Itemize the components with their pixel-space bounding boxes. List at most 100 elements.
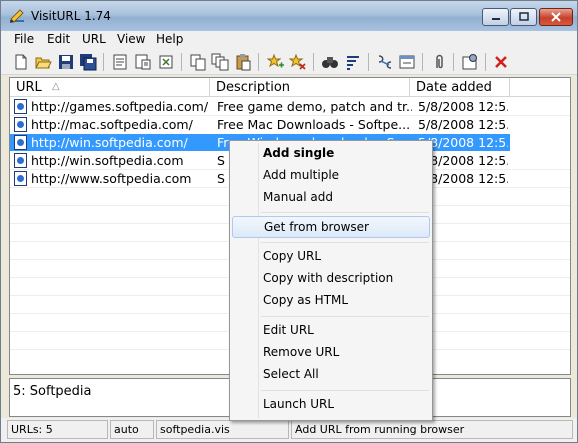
menu-item-launch-url[interactable]: Launch URL xyxy=(232,394,430,416)
toolbar-separator xyxy=(258,53,259,71)
menu-help[interactable]: Help xyxy=(156,32,183,46)
menu-item-copy-as-html[interactable]: Copy as HTML xyxy=(232,290,430,312)
menu-item-label: Edit URL xyxy=(263,323,314,337)
menu-separator xyxy=(261,212,429,213)
menu-item-label: Copy with description xyxy=(263,271,394,285)
toolbar-separator xyxy=(313,53,314,71)
menu-item-label: Manual add xyxy=(263,190,334,204)
table-row[interactable]: http://mac.softpedia.com/ Free Mac Downl… xyxy=(10,116,510,133)
notes-text: 5: Softpedia xyxy=(13,384,92,399)
document-link-icon xyxy=(14,153,27,168)
attach-icon[interactable] xyxy=(430,53,448,71)
menu-item-label: Copy URL xyxy=(263,249,322,263)
status-mode: auto xyxy=(110,420,154,439)
import-icon[interactable] xyxy=(157,53,175,71)
copy-icon[interactable] xyxy=(189,53,207,71)
menu-item-manual-add[interactable]: Manual add xyxy=(232,187,430,209)
save-all-icon[interactable] xyxy=(79,53,97,71)
menu-item-label: Select All xyxy=(263,367,319,381)
row-date: 5/8/2008 12:5... xyxy=(418,99,508,114)
maximize-button[interactable] xyxy=(510,8,537,26)
app-window: VisitURL 1.74 File Edit URL View Help UR… xyxy=(0,0,578,443)
toolbar-separator xyxy=(181,53,182,71)
status-url-count: URLs: 5 xyxy=(7,420,108,439)
add-star-icon[interactable] xyxy=(267,53,285,71)
row-url: http://win.softpedia.com/ xyxy=(31,135,188,150)
document-link-icon xyxy=(14,117,27,132)
minimize-button[interactable] xyxy=(482,8,509,26)
toolbar-separator xyxy=(103,53,104,71)
maximize-icon xyxy=(518,12,529,21)
sort-ascending-icon: △ xyxy=(52,81,60,92)
row-description: Free game demo, patch and tr... xyxy=(217,99,412,114)
row-url: http://mac.softpedia.com/ xyxy=(31,117,193,132)
menu-url[interactable]: URL xyxy=(82,32,106,46)
menu-item-copy-with-description[interactable]: Copy with description xyxy=(232,268,430,290)
table-row[interactable]: http://games.softpedia.com/ Free game de… xyxy=(10,98,510,115)
column-header-date-added[interactable]: Date added xyxy=(410,78,510,97)
menu-item-label: Add multiple xyxy=(263,168,340,182)
open-folder-icon[interactable] xyxy=(34,53,52,71)
window-title: VisitURL 1.74 xyxy=(31,9,111,23)
properties-icon[interactable] xyxy=(111,53,129,71)
menu-item-edit-url[interactable]: Edit URL xyxy=(232,320,430,342)
menu-bar: File Edit URL View Help xyxy=(1,31,577,49)
paste-icon[interactable] xyxy=(234,53,252,71)
close-icon xyxy=(551,12,561,22)
export-icon[interactable] xyxy=(134,53,152,71)
column-description-label: Description xyxy=(216,80,291,95)
save-icon[interactable] xyxy=(57,53,75,71)
document-link-icon xyxy=(14,99,27,114)
menu-file[interactable]: File xyxy=(14,32,34,46)
document-link-icon xyxy=(14,135,27,150)
new-file-icon[interactable] xyxy=(12,53,30,71)
link-icon[interactable] xyxy=(376,53,394,71)
document-link-icon xyxy=(14,171,27,186)
menu-separator xyxy=(261,242,429,243)
row-date: 5/8/2008 12:5... xyxy=(418,117,508,132)
toolbar-separator xyxy=(453,53,454,71)
app-pencil-icon xyxy=(10,9,24,23)
menu-view[interactable]: View xyxy=(117,32,145,46)
menu-item-label: Launch URL xyxy=(263,397,335,411)
copy-multiple-icon[interactable] xyxy=(211,53,229,71)
menu-item-add-multiple[interactable]: Add multiple xyxy=(232,165,430,187)
row-description: Free Mac Downloads - Softpe... xyxy=(217,117,411,132)
menu-separator xyxy=(261,316,429,317)
toolbar-separator xyxy=(485,53,486,71)
minimize-icon xyxy=(491,18,500,20)
context-menu: Add single Add multiple Manual add Get f… xyxy=(229,140,433,421)
browser-icon[interactable] xyxy=(398,53,416,71)
row-url: http://www.softpedia.com xyxy=(31,171,192,186)
settings-icon[interactable] xyxy=(461,53,479,71)
close-button[interactable] xyxy=(539,8,573,26)
title-bar[interactable]: VisitURL 1.74 xyxy=(1,1,577,31)
menu-item-add-single[interactable]: Add single xyxy=(232,143,430,165)
menu-item-label: Get from browser xyxy=(264,220,369,234)
menu-item-remove-url[interactable]: Remove URL xyxy=(232,342,430,364)
toolbar xyxy=(1,49,577,75)
binoculars-icon[interactable] xyxy=(321,53,339,71)
row-url: http://win.softpedia.com xyxy=(31,153,184,168)
menu-separator xyxy=(261,390,429,391)
status-bar: URLs: 5 auto softpedia.vis Add URL from … xyxy=(1,418,577,442)
column-header-url[interactable]: URL △ xyxy=(10,78,210,97)
menu-edit[interactable]: Edit xyxy=(47,32,70,46)
list-header: URL △ Description Date added xyxy=(10,78,570,97)
delete-icon[interactable] xyxy=(492,53,510,71)
column-header-description[interactable]: Description xyxy=(210,78,410,97)
menu-item-label: Remove URL xyxy=(263,345,340,359)
status-hint: Add URL from running browser xyxy=(291,420,573,439)
column-date-label: Date added xyxy=(416,80,492,95)
row-url: http://games.softpedia.com/ xyxy=(31,99,209,114)
remove-star-icon[interactable] xyxy=(289,53,307,71)
menu-item-select-all[interactable]: Select All xyxy=(232,364,430,386)
menu-item-get-from-browser[interactable]: Get from browser xyxy=(232,216,430,238)
menu-item-label: Copy as HTML xyxy=(263,293,349,307)
sort-icon[interactable] xyxy=(344,53,362,71)
column-url-label: URL xyxy=(16,80,42,95)
status-file: softpedia.vis xyxy=(156,420,289,439)
menu-item-copy-url[interactable]: Copy URL xyxy=(232,246,430,268)
menu-item-label: Add single xyxy=(263,146,335,160)
toolbar-separator xyxy=(422,53,423,71)
